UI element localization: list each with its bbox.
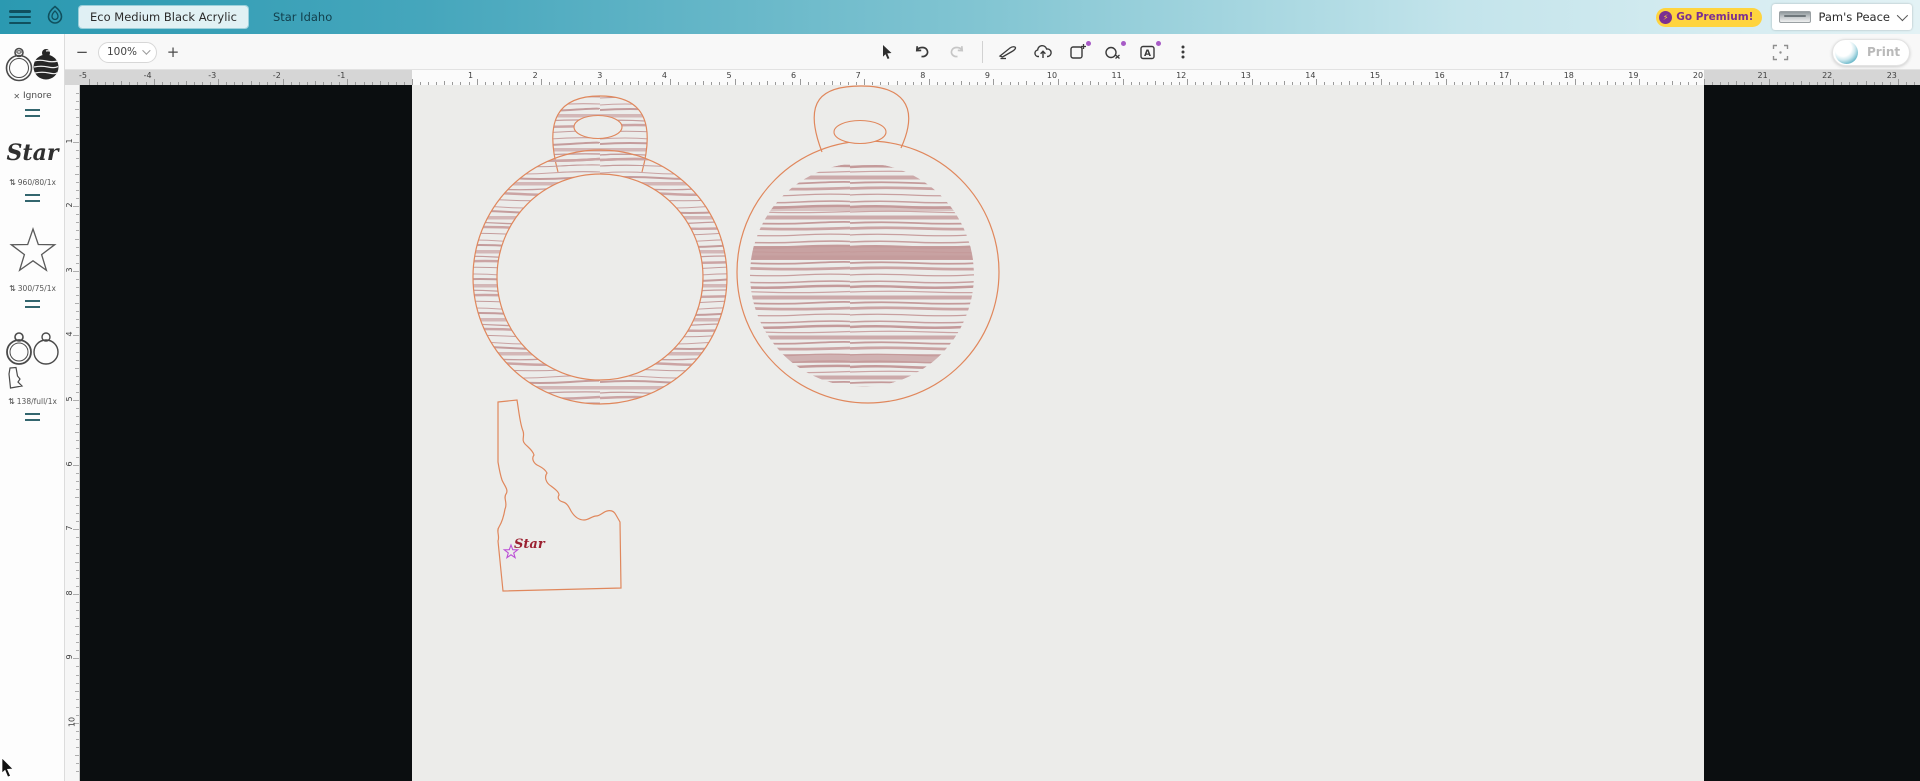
more-options-icon[interactable] (1173, 42, 1193, 62)
star-shape-thumbnail (8, 226, 57, 272)
horizontal-ruler: -5 -4 -3 -2 -1 1 2 3 4 5 6 7 8 9 10 11 12 13 14 15 16 17 18 19 2… (65, 70, 1920, 85)
tab-design-name[interactable]: Star Idaho (262, 6, 343, 28)
menu-icon[interactable] (9, 10, 31, 24)
ignore-label: Ignore (23, 91, 52, 101)
glowforge-app: Eco Medium Black Acrylic Star Idaho ⚡ Go… (0, 0, 1920, 781)
step-drag-handle[interactable] (25, 109, 40, 117)
toolbar-divider (982, 41, 983, 63)
go-premium-button[interactable]: ⚡ Go Premium! (1656, 7, 1763, 27)
svg-text:A: A (1144, 49, 1151, 59)
printer-thumbnail (1779, 11, 1812, 23)
zoom-level-dropdown[interactable]: 100% (98, 41, 158, 63)
canvas[interactable]: Star (80, 85, 1920, 781)
printer-name: Pam's Peace (1818, 10, 1890, 24)
text-tool-icon[interactable]: A (1138, 41, 1161, 62)
insert-shape-icon[interactable] (1103, 41, 1126, 62)
vertical-ruler: 1 2 3 4 5 6 7 8 9 10 (65, 85, 80, 781)
undo-icon[interactable] (912, 42, 932, 62)
step-ignore-thumbnails (5, 47, 58, 82)
toolbar: − 100% + A Print (65, 34, 1920, 70)
step-drag-handle[interactable] (25, 194, 40, 202)
glowforge-logo-icon[interactable] (45, 5, 65, 29)
step-engrave-star[interactable]: ⇅ 300/75/1x (0, 226, 65, 308)
ornament-ring-artwork[interactable] (472, 95, 728, 405)
tab-material[interactable]: Eco Medium Black Acrylic (79, 6, 248, 28)
select-tool-icon[interactable] (877, 42, 897, 62)
ignore-x-icon: ✕ (13, 91, 21, 101)
camera-focus-icon[interactable] (1770, 42, 1790, 62)
chevron-down-icon (1896, 9, 1909, 22)
insert-image-icon[interactable] (1068, 41, 1091, 62)
lightning-bolt-icon: ⚡ (1659, 10, 1673, 24)
upload-artwork-icon[interactable] (1033, 42, 1053, 62)
draw-tool-icon[interactable] (998, 42, 1018, 62)
ornament-disc-artwork[interactable] (736, 85, 1000, 404)
printer-selector[interactable]: Pam's Peace (1772, 4, 1912, 30)
premium-badge (1121, 41, 1126, 46)
print-sphere-icon (1835, 40, 1858, 64)
cut-step-thumbnail (5, 332, 59, 389)
speed-power-icon: ⇅ (8, 397, 15, 406)
step-settings: 960/80/1x (17, 178, 56, 187)
mouse-cursor (1, 758, 14, 778)
steps-sidebar: ✕ Ignore Star ⇅ 960/80/1x ⇅ 300/75/1x ⇅ … (0, 34, 65, 781)
step-drag-handle[interactable] (25, 413, 40, 421)
chevron-down-icon (142, 46, 151, 55)
step-settings: 138/full/1x (16, 397, 57, 406)
premium-badge (1156, 41, 1161, 46)
print-label: Print (1867, 45, 1901, 59)
step-ignore[interactable]: ✕ Ignore (0, 46, 65, 117)
zoom-level-value: 100% (107, 46, 138, 58)
step-settings: 300/75/1x (17, 284, 56, 293)
idaho-state-artwork[interactable]: Star (497, 399, 622, 592)
step-cut[interactable]: ⇅ 138/full/1x (0, 330, 65, 421)
artwork-layer: Star (472, 85, 1000, 592)
top-bar: Eco Medium Black Acrylic Star Idaho ⚡ Go… (0, 0, 1920, 34)
redo-icon[interactable] (947, 42, 967, 62)
step-engrave-text[interactable]: Star ⇅ 960/80/1x (0, 142, 65, 202)
speed-power-icon: ⇅ (9, 284, 16, 293)
speed-power-icon: ⇅ (9, 178, 16, 187)
zoom-out-button[interactable]: − (75, 43, 89, 61)
print-button[interactable]: Print (1832, 38, 1910, 66)
premium-badge (1086, 41, 1091, 46)
go-premium-label: Go Premium! (1676, 11, 1754, 23)
zoom-in-button[interactable]: + (166, 43, 180, 61)
engrave-text-thumbnail: Star (6, 140, 59, 166)
star-city-label: Star (514, 537, 546, 552)
step-drag-handle[interactable] (25, 300, 40, 308)
